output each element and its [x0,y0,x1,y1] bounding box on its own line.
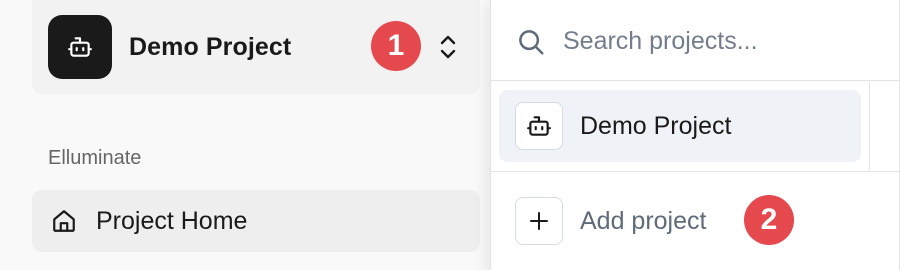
plus-icon [515,197,563,245]
app-window: Demo Project 1 Elluminate Project Home S… [0,0,900,270]
project-list-item-label: Demo Project [580,112,732,140]
home-icon [50,207,78,235]
current-project-name: Demo Project [129,33,292,61]
search-projects-input[interactable] [563,23,883,59]
search-icon [519,30,544,55]
project-list-item-demo-project[interactable]: Demo Project [499,90,861,162]
project-avatar [48,15,112,79]
section-label: Elluminate [48,147,142,169]
project-dropdown: Demo Project Add project 2 [490,0,900,270]
step-callout-1: 1 [371,21,421,71]
sidebar-item-project-home[interactable]: Project Home [32,190,480,252]
add-project-label: Add project [580,207,707,235]
scrollbar[interactable] [869,82,870,170]
step-callout-2: 2 [744,195,794,245]
robot-icon [68,37,92,57]
sidebar: Demo Project 1 Elluminate Project Home [0,0,500,270]
project-list: Demo Project [491,82,900,170]
robot-icon [515,102,563,150]
add-project-button[interactable]: Add project 2 [491,171,900,270]
sidebar-item-label: Project Home [96,207,248,235]
chevron-up-down-icon [436,29,460,65]
search-row [491,0,900,81]
